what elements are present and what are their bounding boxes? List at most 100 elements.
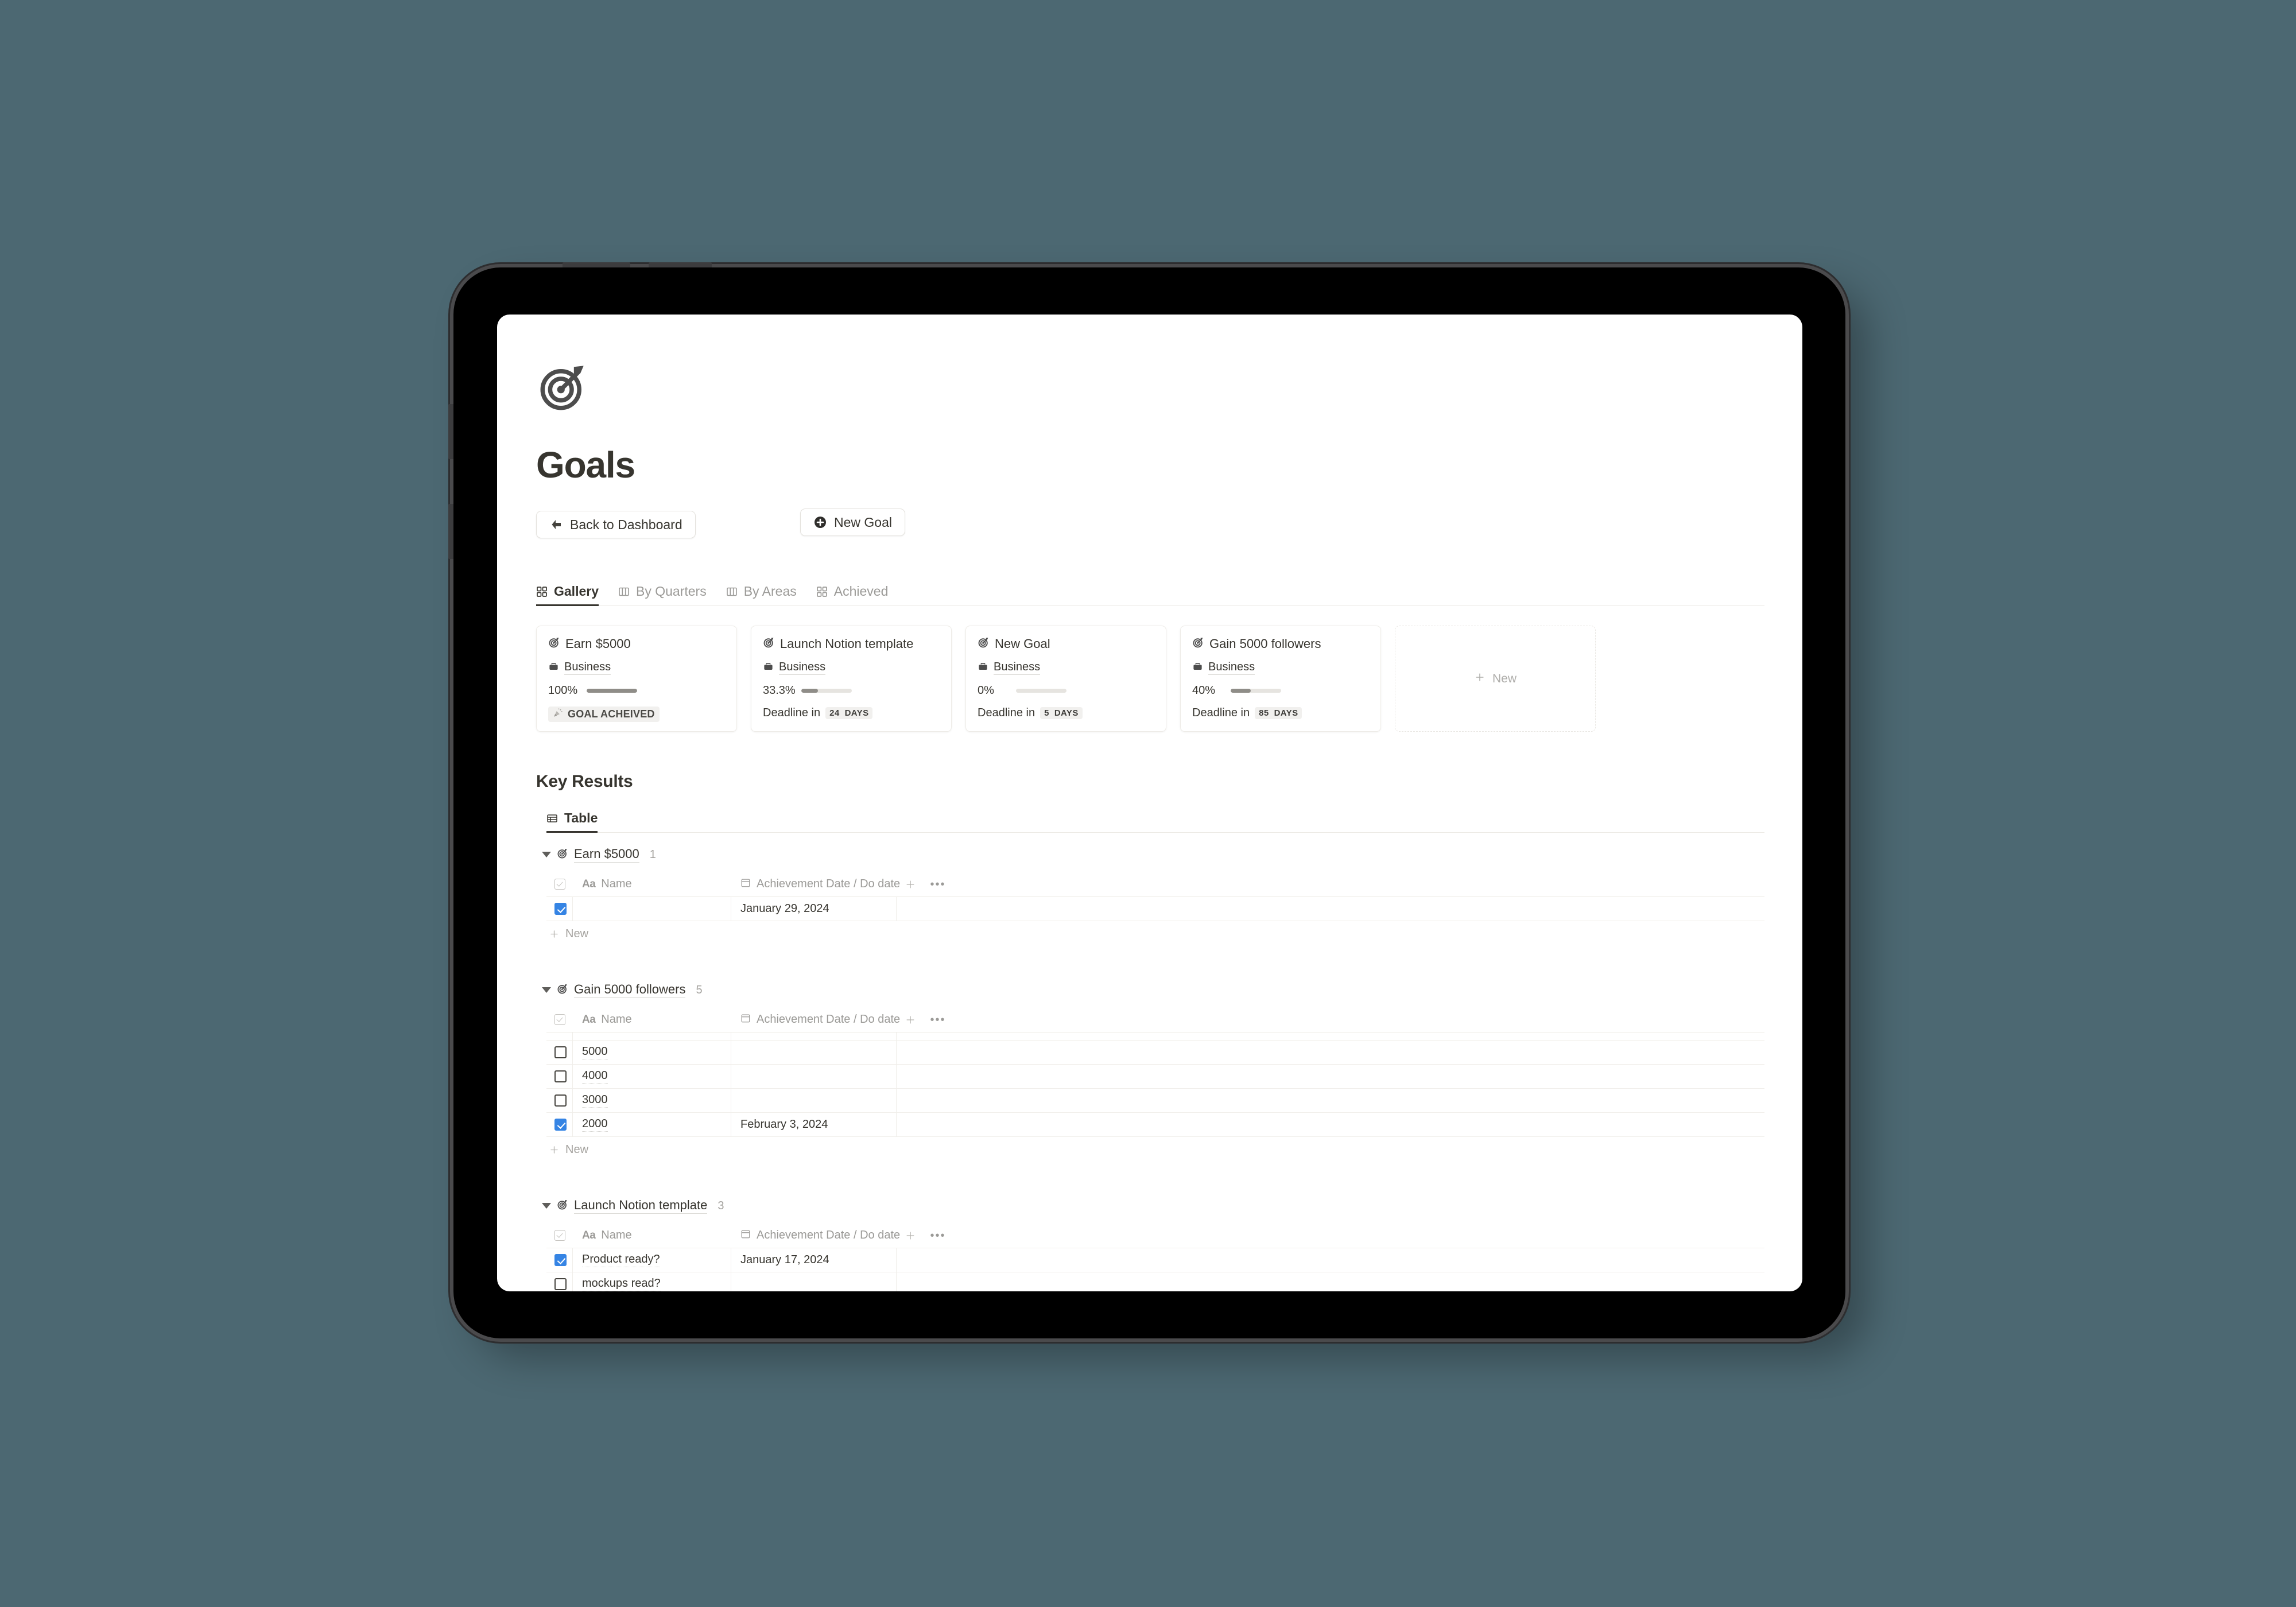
column-header-date[interactable]: Achievement Date / Do date: [731, 1007, 900, 1032]
row-checkbox[interactable]: [554, 1278, 567, 1290]
group-name[interactable]: Earn $5000: [574, 847, 639, 863]
table-row[interactable]: 3000: [546, 1089, 1764, 1113]
volume-down-button[interactable]: [649, 262, 712, 267]
row-checkbox[interactable]: [554, 1070, 567, 1082]
briefcase-icon: [548, 661, 559, 675]
row-checkbox-cell[interactable]: [546, 1248, 573, 1272]
key-results-group: Launch Notion template 3 Aa Name Achieve…: [536, 1198, 1764, 1291]
column-header-date[interactable]: Achievement Date / Do date: [731, 1223, 900, 1248]
row-date-cell[interactable]: February 3, 2024: [731, 1113, 897, 1136]
column-header-name[interactable]: Aa Name: [573, 872, 731, 896]
tab-by-areas[interactable]: By Areas: [726, 584, 797, 605]
add-column-button[interactable]: [897, 872, 924, 896]
row-date-cell[interactable]: [731, 1272, 897, 1291]
side-button-upper[interactable]: [448, 404, 453, 459]
goal-card[interactable]: Launch Notion template Business 33.3% De…: [751, 626, 952, 732]
row-checkbox[interactable]: [554, 1119, 567, 1131]
row-date-cell[interactable]: [731, 1065, 897, 1088]
plus-circle-icon: [813, 515, 827, 529]
row-name-cell[interactable]: 5000: [573, 1041, 731, 1064]
table-row[interactable]: 2000 February 3, 2024: [546, 1113, 1764, 1137]
table-row[interactable]: 4000: [546, 1065, 1764, 1089]
tab-gallery[interactable]: Gallery: [536, 584, 599, 606]
target-icon[interactable]: [536, 360, 590, 414]
row-checkbox-cell[interactable]: [546, 1041, 573, 1064]
goal-card-area[interactable]: Business: [994, 661, 1041, 675]
column-header-name[interactable]: Aa Name: [573, 1007, 731, 1032]
table-row[interactable]: Product ready? January 17, 2024: [546, 1032, 1764, 1041]
add-new-row-label: New: [565, 1143, 589, 1156]
goal-card-progress-label: 40%: [1192, 684, 1216, 697]
row-checkbox-cell[interactable]: [546, 1089, 573, 1112]
group-collapse-toggle[interactable]: [542, 987, 551, 993]
row-checkbox-cell[interactable]: [546, 1065, 573, 1088]
add-column-button[interactable]: [897, 1223, 924, 1248]
group-name[interactable]: Launch Notion template: [574, 1198, 708, 1214]
new-goal-card-label: New: [1492, 671, 1517, 685]
new-goal-button[interactable]: New Goal: [800, 509, 905, 536]
key-results-view-tabs: Table: [546, 806, 1764, 833]
row-name: 3000: [582, 1093, 608, 1108]
goal-card-progress-bar: [1016, 689, 1066, 693]
tab-by-quarters[interactable]: By Quarters: [618, 584, 707, 605]
table-row[interactable]: January 29, 2024: [546, 897, 1764, 921]
group-name[interactable]: Gain 5000 followers: [574, 982, 686, 998]
table-more-options-button[interactable]: •••: [924, 1223, 952, 1248]
goal-card-area[interactable]: Business: [779, 661, 826, 675]
row-date-cell[interactable]: January 29, 2024: [731, 897, 897, 921]
row-checkbox-cell[interactable]: [546, 1272, 573, 1291]
volume-up-button[interactable]: [563, 262, 630, 267]
row-checkbox[interactable]: [554, 903, 567, 915]
add-new-row-label: New: [565, 927, 589, 940]
row-name-cell[interactable]: 4000: [573, 1065, 731, 1088]
goal-card-area-row: Business: [763, 661, 940, 675]
new-goal-card[interactable]: New: [1395, 626, 1596, 732]
row-checkbox[interactable]: [554, 1094, 567, 1107]
group-collapse-toggle[interactable]: [542, 1203, 551, 1209]
table-more-options-button[interactable]: •••: [924, 872, 952, 896]
back-to-dashboard-button[interactable]: Back to Dashboard: [536, 511, 696, 538]
calendar-icon: [740, 878, 751, 891]
row-name-cell[interactable]: [573, 897, 731, 921]
column-header-name[interactable]: Aa Name: [573, 1223, 731, 1248]
goal-card[interactable]: New Goal Business 0% Deadline in 5 DAYS: [965, 626, 1166, 732]
add-new-row-button[interactable]: New: [546, 921, 1764, 946]
row-name-cell[interactable]: 2000: [573, 1113, 731, 1136]
table-row[interactable]: Product ready? January 17, 2024: [546, 1248, 1764, 1272]
row-checkbox-cell[interactable]: [546, 897, 573, 921]
goal-card-area[interactable]: Business: [1208, 661, 1255, 675]
row-checkbox[interactable]: [554, 1254, 567, 1266]
row-spacer-cell: [897, 1272, 1764, 1291]
table-row[interactable]: mockups read?: [546, 1272, 1764, 1291]
row-name-cell[interactable]: mockups read?: [573, 1272, 731, 1291]
row-name-cell[interactable]: Product ready?: [573, 1032, 731, 1040]
table-header-row: Aa Name Achievement Date / Do date •••: [546, 1007, 1764, 1032]
goal-card-area[interactable]: Business: [564, 661, 611, 675]
add-new-row-button[interactable]: New: [546, 1137, 1764, 1162]
row-checkbox[interactable]: [554, 1046, 567, 1058]
tab-table[interactable]: Table: [546, 810, 598, 833]
column-header-checkbox[interactable]: [546, 1007, 573, 1032]
add-column-button[interactable]: [897, 1007, 924, 1032]
column-header-checkbox[interactable]: [546, 872, 573, 896]
row-date-cell[interactable]: [731, 1041, 897, 1064]
goal-card[interactable]: Earn $5000 Business 100% GOAL ACHEIVED: [536, 626, 737, 732]
goal-card[interactable]: Gain 5000 followers Business 40% Deadlin…: [1180, 626, 1381, 732]
row-name-cell[interactable]: Product ready?: [573, 1248, 731, 1272]
row-date-cell[interactable]: January 17, 2024: [731, 1248, 897, 1272]
tab-achieved[interactable]: Achieved: [816, 584, 888, 605]
side-button-lower[interactable]: [448, 504, 453, 559]
row-checkbox-cell[interactable]: [546, 1113, 573, 1136]
gallery-view-tabs: Gallery By Quarters By Areas Achieved: [536, 576, 1764, 606]
table-row[interactable]: 5000: [546, 1041, 1764, 1065]
group-collapse-toggle[interactable]: [542, 852, 551, 857]
row-date-cell[interactable]: January 17, 2024: [731, 1032, 897, 1040]
row-checkbox-cell[interactable]: [546, 1032, 573, 1040]
arrow-left-icon: [549, 518, 563, 531]
table-more-options-button[interactable]: •••: [924, 1007, 952, 1032]
column-header-checkbox[interactable]: [546, 1223, 573, 1248]
column-header-name-label: Name: [601, 1013, 632, 1026]
row-date-cell[interactable]: [731, 1089, 897, 1112]
column-header-date[interactable]: Achievement Date / Do date: [731, 872, 900, 896]
row-name-cell[interactable]: 3000: [573, 1089, 731, 1112]
